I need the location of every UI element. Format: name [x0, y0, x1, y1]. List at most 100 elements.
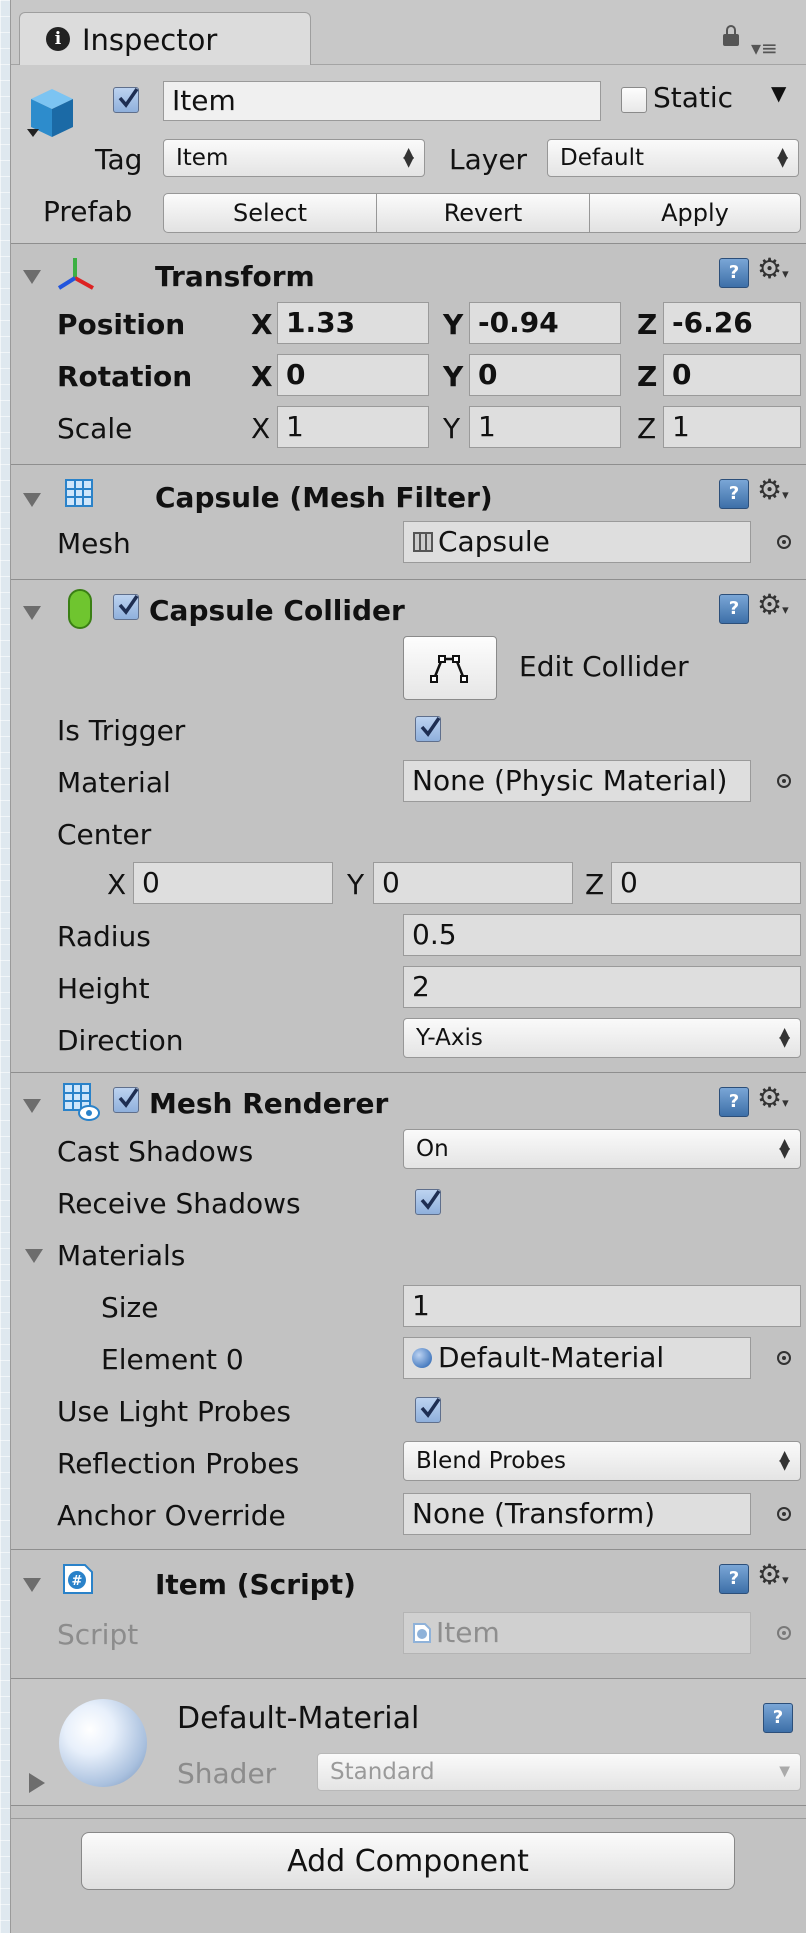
gear-icon[interactable]: ⚙▾	[757, 252, 789, 285]
foldout-collapsed-icon[interactable]	[29, 1773, 45, 1793]
direction-dropdown[interactable]: Y-Axis ▲ ▼	[403, 1018, 801, 1058]
direction-value: Y-Axis	[416, 1025, 483, 1051]
active-checkbox[interactable]	[113, 87, 139, 113]
tab-inspector[interactable]: i Inspector	[19, 12, 311, 65]
gear-icon[interactable]: ⚙▾	[757, 1558, 789, 1591]
reflection-probes-label: Reflection Probes	[57, 1447, 300, 1480]
center-z-label: Z	[585, 868, 605, 901]
material-field[interactable]: None (Physic Material)	[403, 760, 751, 802]
receive-shadows-checkbox[interactable]	[415, 1189, 441, 1215]
tab-label: Inspector	[82, 23, 218, 57]
cast-shadows-label: Cast Shadows	[57, 1135, 254, 1168]
materials-label: Materials	[57, 1239, 186, 1272]
mesh-field[interactable]: Capsule	[403, 521, 751, 563]
scale-y-field[interactable]: 1	[469, 406, 621, 448]
center-x-field[interactable]: 0	[133, 862, 333, 904]
shader-dropdown[interactable]: Standard ▼	[317, 1753, 801, 1791]
cast-shadows-dropdown[interactable]: On ▲ ▼	[403, 1129, 801, 1169]
material-sphere-icon	[412, 1348, 432, 1368]
position-x-field[interactable]: 1.33	[277, 302, 429, 344]
mesh-renderer-icon	[63, 1083, 100, 1121]
gameobject-cube-icon	[27, 89, 73, 137]
axis-z-label: Z	[637, 412, 657, 445]
capsule-collider-enabled-checkbox[interactable]	[113, 594, 139, 620]
help-icon[interactable]: ?	[719, 1087, 749, 1117]
prefab-revert-button[interactable]: Revert	[376, 193, 590, 233]
is-trigger-checkbox[interactable]	[415, 716, 441, 742]
edit-collider-button[interactable]	[403, 636, 497, 700]
anchor-override-field[interactable]: None (Transform)	[403, 1493, 751, 1535]
mesh-filter-title: Capsule (Mesh Filter)	[155, 481, 493, 514]
anchor-override-label: Anchor Override	[57, 1499, 286, 1532]
help-icon[interactable]: ?	[719, 1564, 749, 1594]
scale-z-field[interactable]: 1	[663, 406, 801, 448]
mesh-renderer-enabled-checkbox[interactable]	[113, 1087, 139, 1113]
materials-foldout-icon[interactable]	[25, 1249, 43, 1263]
help-icon[interactable]: ?	[719, 479, 749, 509]
static-dropdown-icon[interactable]: ▼	[771, 81, 786, 105]
context-menu-icon[interactable]: ▾≡	[751, 36, 778, 60]
position-z-field[interactable]: -6.26	[663, 302, 801, 344]
foldout-expanded-icon[interactable]	[23, 270, 41, 284]
scale-x-field[interactable]: 1	[277, 406, 429, 448]
foldout-expanded-icon[interactable]	[23, 493, 41, 507]
dropdown-arrows-icon: ▲ ▼	[779, 1448, 790, 1473]
tag-value: Item	[176, 145, 229, 171]
reflection-probes-dropdown[interactable]: Blend Probes ▲ ▼	[403, 1441, 801, 1481]
mesh-renderer-component: Mesh Renderer ? ⚙▾ Cast Shadows On ▲ ▼ Re…	[11, 1073, 806, 1550]
gameobject-name-input[interactable]: Item	[163, 81, 601, 121]
layer-dropdown[interactable]: Default ▲ ▼	[547, 139, 799, 177]
materials-size-field[interactable]: 1	[403, 1285, 801, 1327]
foldout-expanded-icon[interactable]	[23, 1099, 41, 1113]
object-picker-icon[interactable]	[777, 1507, 791, 1521]
rotation-x-field[interactable]: 0	[277, 354, 429, 396]
axis-y-label: Y	[443, 308, 464, 341]
help-icon[interactable]: ?	[719, 594, 749, 624]
transform-axes-icon	[57, 258, 94, 290]
inspector-panel: i Inspector ▾≡ Item Static ▼ Tag Item ▲ ▼…	[10, 0, 806, 1933]
mesh-icon	[413, 532, 433, 552]
center-z-field[interactable]: 0	[611, 862, 801, 904]
center-x-label: X	[107, 868, 127, 901]
cast-shadows-value: On	[416, 1136, 449, 1162]
axis-x-label: X	[251, 308, 273, 341]
is-trigger-label: Is Trigger	[57, 714, 186, 747]
gear-icon[interactable]: ⚙▾	[757, 588, 789, 621]
object-picker-icon[interactable]	[777, 1626, 791, 1640]
use-light-probes-checkbox[interactable]	[415, 1397, 441, 1423]
help-icon[interactable]: ?	[719, 258, 749, 288]
tab-bar: i Inspector ▾≡	[11, 0, 806, 65]
scale-label: Scale	[57, 412, 133, 445]
help-icon[interactable]: ?	[763, 1703, 793, 1733]
radius-field[interactable]: 0.5	[403, 914, 801, 956]
position-y-field[interactable]: -0.94	[469, 302, 621, 344]
layer-value: Default	[560, 145, 645, 171]
axis-x-label: X	[251, 412, 271, 445]
rotation-y-field[interactable]: 0	[469, 354, 621, 396]
script-field[interactable]: Item	[403, 1612, 751, 1654]
object-picker-icon[interactable]	[777, 774, 791, 788]
center-y-field[interactable]: 0	[373, 862, 573, 904]
tag-dropdown[interactable]: Item ▲ ▼	[163, 139, 425, 177]
object-picker-icon[interactable]	[777, 535, 791, 549]
static-checkbox[interactable]	[621, 87, 647, 113]
dropdown-arrows-icon: ▲ ▼	[777, 145, 788, 170]
prefab-apply-button[interactable]: Apply	[589, 193, 801, 233]
lock-icon[interactable]	[723, 25, 739, 46]
prefab-select-button[interactable]: Select	[163, 193, 377, 233]
mesh-value: Capsule	[438, 525, 550, 558]
foldout-expanded-icon[interactable]	[23, 1578, 41, 1592]
material-preview-sphere	[59, 1699, 147, 1787]
element0-field[interactable]: Default-Material	[403, 1337, 751, 1379]
foldout-expanded-icon[interactable]	[23, 606, 41, 620]
gear-icon[interactable]: ⚙▾	[757, 1081, 789, 1114]
radius-label: Radius	[57, 920, 151, 953]
object-picker-icon[interactable]	[777, 1351, 791, 1365]
center-label: Center	[57, 818, 152, 851]
info-icon: i	[46, 27, 70, 51]
gear-icon[interactable]: ⚙▾	[757, 473, 789, 506]
add-component-button[interactable]: Add Component	[81, 1832, 735, 1890]
rotation-z-field[interactable]: 0	[663, 354, 801, 396]
height-field[interactable]: 2	[403, 966, 801, 1008]
element0-value: Default-Material	[438, 1341, 665, 1374]
